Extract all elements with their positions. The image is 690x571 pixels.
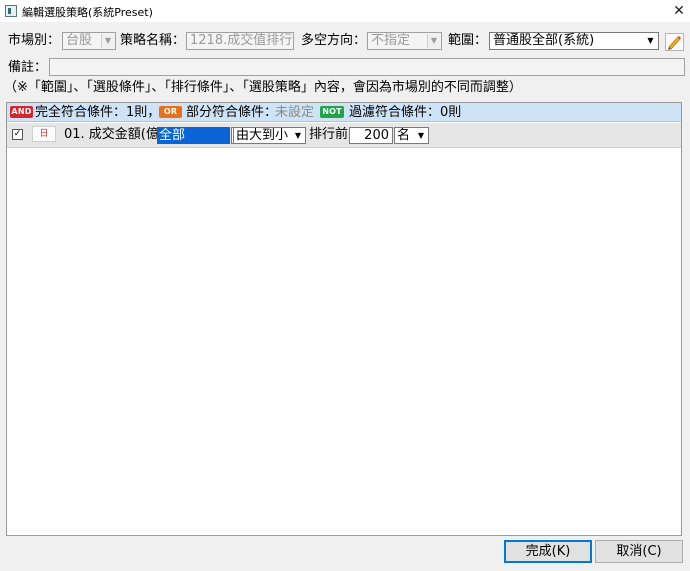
memo-label: 備註：	[8, 60, 48, 75]
chevron-down-icon: ▼	[427, 34, 440, 48]
app-icon	[5, 5, 17, 17]
and-conditions-text: 完全符合條件：1則，	[35, 105, 161, 120]
chevron-down-icon: ▼	[417, 131, 425, 140]
or-conditions-value: 未設定	[275, 105, 315, 120]
window-title: 編輯選股策略(系統Preset)	[22, 6, 153, 19]
condition-row: ✓ 日 01. 成交金額(億) 全部 ▼ 由大到小 ▼ 排行前 200 名 ▼	[7, 123, 681, 148]
chevron-down-icon: ▼	[101, 34, 114, 48]
not-badge: NOT	[320, 106, 344, 118]
direction-label: 多空方向：	[301, 33, 367, 48]
close-icon[interactable]: ✕	[670, 2, 688, 20]
done-button[interactable]: 完成(K)	[504, 540, 592, 563]
unit-value: 名	[397, 128, 411, 143]
memo-input[interactable]	[49, 58, 685, 76]
condition-scope-select[interactable]: 全部	[157, 127, 230, 144]
market-note: （※「範圍」、「選股條件」、「排行條件」、「選股策略」內容，會因為市場別的不同而…	[4, 80, 522, 95]
scope-label: 範圍：	[448, 33, 488, 48]
market-value: 台股	[66, 33, 93, 48]
rank-label: 排行前	[309, 127, 349, 142]
cancel-button[interactable]: 取消(C)	[595, 540, 683, 563]
direction-value: 不指定	[371, 33, 411, 48]
chevron-down-icon: ▼	[644, 34, 657, 48]
scope-select[interactable]: 普通股全部(系統) ▼	[489, 32, 659, 50]
delete-condition-button[interactable]: 日	[32, 126, 56, 142]
sort-order-select[interactable]: 由大到小 ▼	[233, 127, 306, 144]
title-bar: 編輯選股策略(系統Preset) ✕	[0, 0, 690, 22]
not-conditions-text: 過濾符合條件：0則	[349, 105, 462, 120]
or-conditions-label: 部分符合條件：	[186, 105, 278, 120]
unit-select[interactable]: 名 ▼	[394, 127, 429, 144]
condition-label: 01. 成交金額(億)	[64, 127, 164, 142]
conditions-summary-bar: AND 完全符合條件：1則， OR 部分符合條件： 未設定 NOT 過濾符合條件…	[7, 103, 681, 122]
strategy-name-label: 策略名稱：	[120, 33, 186, 48]
direction-select[interactable]: 不指定 ▼	[367, 32, 442, 50]
pencil-icon	[668, 36, 681, 50]
sort-order-value: 由大到小	[236, 128, 289, 143]
condition-panel: AND 完全符合條件：1則， OR 部分符合條件： 未設定 NOT 過濾符合條件…	[6, 102, 682, 536]
market-select[interactable]: 台股 ▼	[62, 32, 116, 50]
condition-checkbox[interactable]: ✓	[12, 129, 23, 140]
market-label: 市場別：	[8, 33, 61, 48]
or-badge: OR	[159, 106, 182, 118]
rank-count-input[interactable]: 200	[349, 127, 393, 144]
chevron-down-icon: ▼	[294, 131, 302, 140]
and-badge: AND	[10, 106, 33, 118]
edit-scope-button[interactable]	[665, 33, 684, 51]
strategy-name-input[interactable]: 1218.成交值排行	[186, 32, 294, 50]
scope-value: 普通股全部(系統)	[493, 33, 595, 48]
